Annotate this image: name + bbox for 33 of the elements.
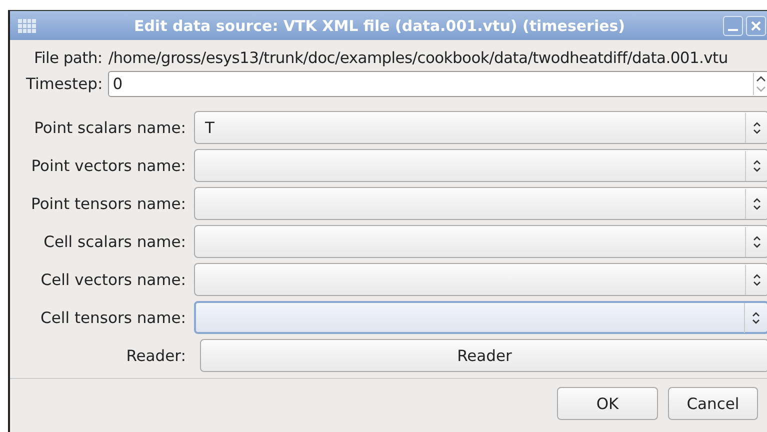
- updown-arrows-icon: [745, 188, 762, 218]
- field-label: Reader:: [125, 346, 186, 364]
- timestep-spinbox[interactable]: 0: [108, 71, 767, 97]
- updown-arrows-icon: [745, 226, 762, 256]
- reader-button[interactable]: Reader: [200, 339, 767, 372]
- minimize-button[interactable]: [723, 16, 743, 36]
- combo-box[interactable]: [194, 149, 767, 182]
- grid-icon: [18, 18, 36, 32]
- field-label: Timestep:: [26, 75, 103, 93]
- updown-arrows-icon: [744, 302, 761, 332]
- combo-box[interactable]: [194, 263, 767, 296]
- minimize-icon: [728, 28, 738, 30]
- field-label: File path:: [34, 49, 102, 68]
- combo-box[interactable]: [194, 301, 767, 334]
- combo-box[interactable]: [194, 225, 767, 258]
- field-label: Cell scalars name:: [42, 232, 186, 250]
- dialog-button[interactable]: OK: [557, 387, 658, 420]
- updown-arrows-icon: [745, 150, 762, 180]
- file-path: /home/gross/esys13/trunk/doc/examples/cookbook/data/twodheatdiff/data.001.vtu: [108, 49, 728, 68]
- field-label: Point vectors name:: [30, 156, 186, 174]
- spin-arrows-icon: [753, 73, 767, 95]
- field-label: Point scalars name:: [33, 118, 186, 136]
- field-label: Point tensors name:: [30, 194, 186, 212]
- window-title: Edit data source: VTK XML file (data.001.vtu) (timeseries): [132, 16, 626, 34]
- field-label: Cell vectors name:: [40, 270, 186, 288]
- close-icon: [751, 20, 761, 30]
- updown-arrows-icon: [745, 112, 762, 142]
- updown-arrows-icon: [745, 264, 762, 294]
- dialog-button[interactable]: Cancel: [668, 387, 758, 420]
- close-button[interactable]: [746, 16, 766, 36]
- field-label: Cell tensors name:: [40, 308, 186, 326]
- combo-box[interactable]: [194, 187, 767, 220]
- combo-box[interactable]: T: [194, 111, 767, 144]
